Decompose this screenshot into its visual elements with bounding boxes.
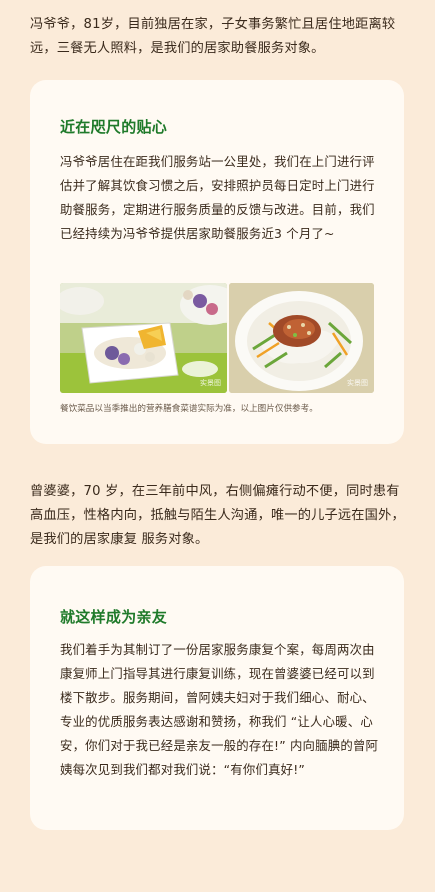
intro-text-zeng: 曾婆婆，70 岁，在三年前中风，右侧偏瘫行动不便，同时患有高血压，性格内向，抵触… bbox=[30, 484, 405, 547]
story-card-rehab-service: 就这样成为亲友 我们着手为其制订了一份居家服务康复个案，每周两次由康复师上门指导… bbox=[30, 566, 404, 830]
page: 冯爷爷，81岁，目前独居在家，子女事务繁忙且居住地距离较远，三餐无人照料，是我们… bbox=[0, 0, 435, 892]
card-body-text: 我们着手为其制订了一份居家服务康复个案，每周两次由康复师上门指导其进行康复训练，… bbox=[60, 642, 379, 777]
meal-photo-dessert: 实景图 bbox=[60, 283, 227, 393]
story-card-meal-service: 近在咫尺的贴心 冯爷爷居住在距我们服务站一公里处，我们在上门进行评估并了解其饮食… bbox=[30, 80, 404, 444]
card-title: 近在咫尺的贴心 bbox=[60, 118, 168, 136]
meal-photos: 实景图 实景图 bbox=[60, 283, 374, 393]
card-body-text: 冯爷爷居住在距我们服务站一公里处，我们在上门进行评估并了解其饮食习惯之后，安排照… bbox=[60, 154, 375, 241]
meal-photo-noodle: 实景图 bbox=[229, 283, 374, 393]
photo-caption: 餐饮菜品以当季推出的营养膳食菜谱实际为准，以上图片仅供参考。 bbox=[60, 404, 318, 414]
card-title: 就这样成为亲友 bbox=[60, 608, 168, 626]
photo-watermark: 实景图 bbox=[347, 379, 368, 387]
intro-text-feng: 冯爷爷，81岁，目前独居在家，子女事务繁忙且居住地距离较远，三餐无人照料，是我们… bbox=[30, 17, 396, 56]
photo-watermark: 实景图 bbox=[200, 379, 221, 387]
